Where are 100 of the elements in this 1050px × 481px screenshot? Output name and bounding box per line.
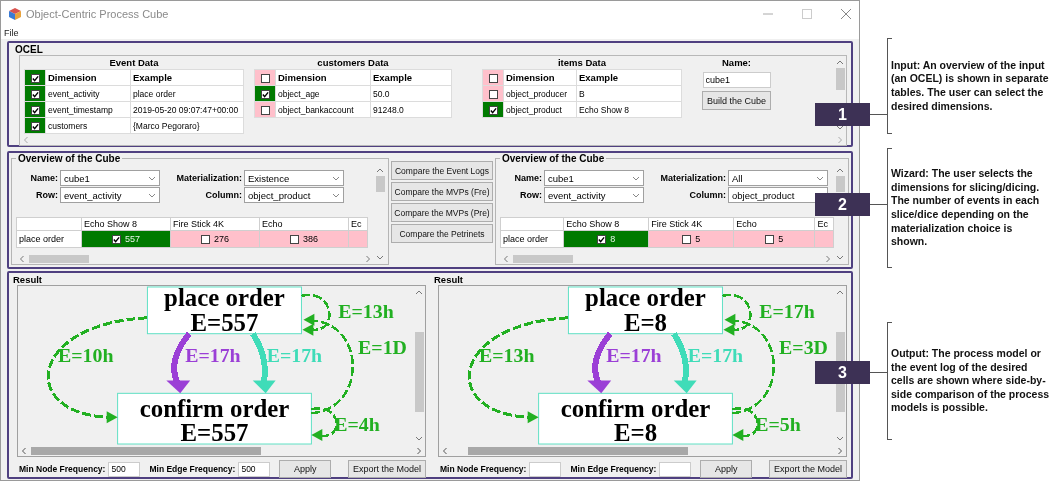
edge-label: E=13h [479, 343, 535, 366]
caret-icon [332, 175, 340, 181]
number-field[interactable]: 500 [108, 461, 141, 477]
group-label: OCEL [15, 44, 44, 55]
build-button[interactable]: Build the Cube [702, 91, 772, 110]
menu-item[interactable]: File [4, 28, 19, 38]
caret-icon [632, 175, 640, 181]
edge-label: E=1D [358, 335, 407, 358]
dropdown[interactable]: object_product [244, 187, 344, 203]
field-label: Min Edge Frequency: [570, 464, 657, 474]
column-header: Dimension [503, 69, 577, 86]
panel-title: Overview of the Cube [17, 153, 122, 164]
edge-label: E=3D [779, 335, 828, 358]
dropdown[interactable]: event_activity [544, 187, 644, 203]
checkbox[interactable] [201, 235, 210, 245]
scrollbar-thumb[interactable] [835, 176, 845, 192]
chevron-left-icon[interactable] [20, 446, 27, 455]
field-label: Name: [29, 173, 58, 183]
number-field[interactable] [659, 461, 692, 477]
dropdown[interactable]: object_product [728, 187, 828, 203]
panel-title: Result [434, 274, 465, 285]
dropdown[interactable]: Existence [244, 170, 344, 186]
chevron-left-icon[interactable] [18, 254, 25, 263]
column-header: Dimension [275, 69, 371, 86]
column-header: Dimension [45, 69, 131, 86]
chevron-right-icon[interactable] [837, 446, 844, 455]
edge-label: E=17h [266, 343, 323, 366]
step-badge: 3 [815, 361, 870, 384]
node-label: place order [164, 286, 285, 311]
node-label: place order [585, 286, 706, 311]
edge-label: E=17h [687, 343, 744, 366]
step-badge: 2 [815, 193, 870, 216]
caret-icon [332, 192, 340, 198]
step-badge: 1 [815, 103, 870, 126]
column-header: Echo [259, 217, 349, 231]
chevron-up-icon[interactable] [836, 166, 844, 174]
compare-button[interactable]: Compare the MVPs (Fre) [391, 182, 493, 201]
chevron-right-icon[interactable] [365, 254, 372, 263]
scrollbar-thumb[interactable] [375, 176, 385, 192]
scrollbar-thumb[interactable] [414, 332, 424, 412]
number-field[interactable] [529, 461, 562, 477]
dropdown[interactable]: cube1 [60, 170, 160, 186]
field-label: Materialization: [175, 173, 242, 183]
table-title: Event Data [109, 57, 159, 69]
scrollbar-thumb[interactable] [835, 68, 845, 90]
event-count: 5 [778, 233, 784, 244]
field-label: Column: [688, 190, 726, 200]
compare-button[interactable]: Compare the Petrinets [391, 224, 493, 243]
checkbox[interactable] [290, 235, 299, 245]
export-button[interactable]: Export the Model [347, 460, 426, 478]
field-label: Row: [519, 190, 542, 200]
dropdown[interactable]: All [728, 170, 828, 186]
chevron-right-icon[interactable] [825, 254, 832, 263]
chevron-up-icon[interactable] [415, 288, 423, 296]
name-field[interactable]: cube1 [702, 72, 771, 88]
column-header: Fire Stick 4K [170, 217, 260, 231]
close-icon[interactable] [841, 9, 851, 19]
apply-button[interactable]: Apply [700, 460, 752, 478]
caret-icon [148, 175, 156, 181]
checkbox[interactable] [682, 235, 692, 245]
chevron-right-icon[interactable] [416, 446, 423, 455]
compare-button[interactable]: Compare the Event Logs [391, 161, 493, 180]
scrollbar-thumb[interactable] [468, 446, 688, 455]
field-label: Row: [35, 190, 58, 200]
annotation-text: Input: An overview of the input (an OCEL) is shown in separate tables. The user can select the desired dimensions. [891, 58, 1050, 114]
column-header: Echo [733, 217, 815, 231]
compare-button[interactable]: Compare the MVPs (Pre) [391, 203, 493, 222]
edge-label: E=10h [58, 343, 114, 366]
apply-button[interactable]: Apply [279, 460, 331, 478]
checkbox[interactable] [112, 235, 121, 245]
dropdown[interactable]: event_activity [60, 187, 160, 203]
column-header: Example [130, 69, 244, 86]
scrollbar-thumb[interactable] [31, 446, 261, 455]
chevron-up-icon[interactable] [376, 166, 384, 174]
checkbox[interactable] [765, 235, 775, 245]
column-header: Example [576, 69, 682, 86]
checkbox[interactable] [597, 235, 607, 245]
event-count: 276 [214, 233, 229, 244]
caret-icon [632, 192, 640, 198]
number-field[interactable]: 500 [238, 461, 271, 477]
scrollbar-thumb[interactable] [513, 254, 573, 263]
chevron-left-icon[interactable] [441, 446, 448, 455]
cube-icon [9, 8, 21, 20]
column-header: Fire Stick 4K [648, 217, 734, 231]
chevron-up-icon[interactable] [836, 58, 844, 66]
dropdown[interactable]: cube1 [544, 170, 644, 186]
field-label: Min Edge Frequency: [149, 464, 236, 474]
field-label: Min Node Frequency: [440, 464, 527, 474]
column-header: Example [370, 69, 452, 86]
chevron-down-icon[interactable] [836, 124, 844, 132]
event-count: 8 [610, 233, 616, 244]
table-title: customers Data [317, 57, 389, 69]
chevron-left-icon[interactable] [502, 254, 509, 263]
edge-label: E=13h [338, 299, 394, 322]
export-button[interactable]: Export the Model [768, 460, 847, 478]
scrollbar-thumb[interactable] [29, 254, 89, 263]
checkmark-icon [489, 106, 497, 114]
chevron-up-icon[interactable] [836, 288, 844, 296]
event-count: 386 [303, 233, 318, 244]
node-frequency: E=8 [623, 308, 667, 336]
